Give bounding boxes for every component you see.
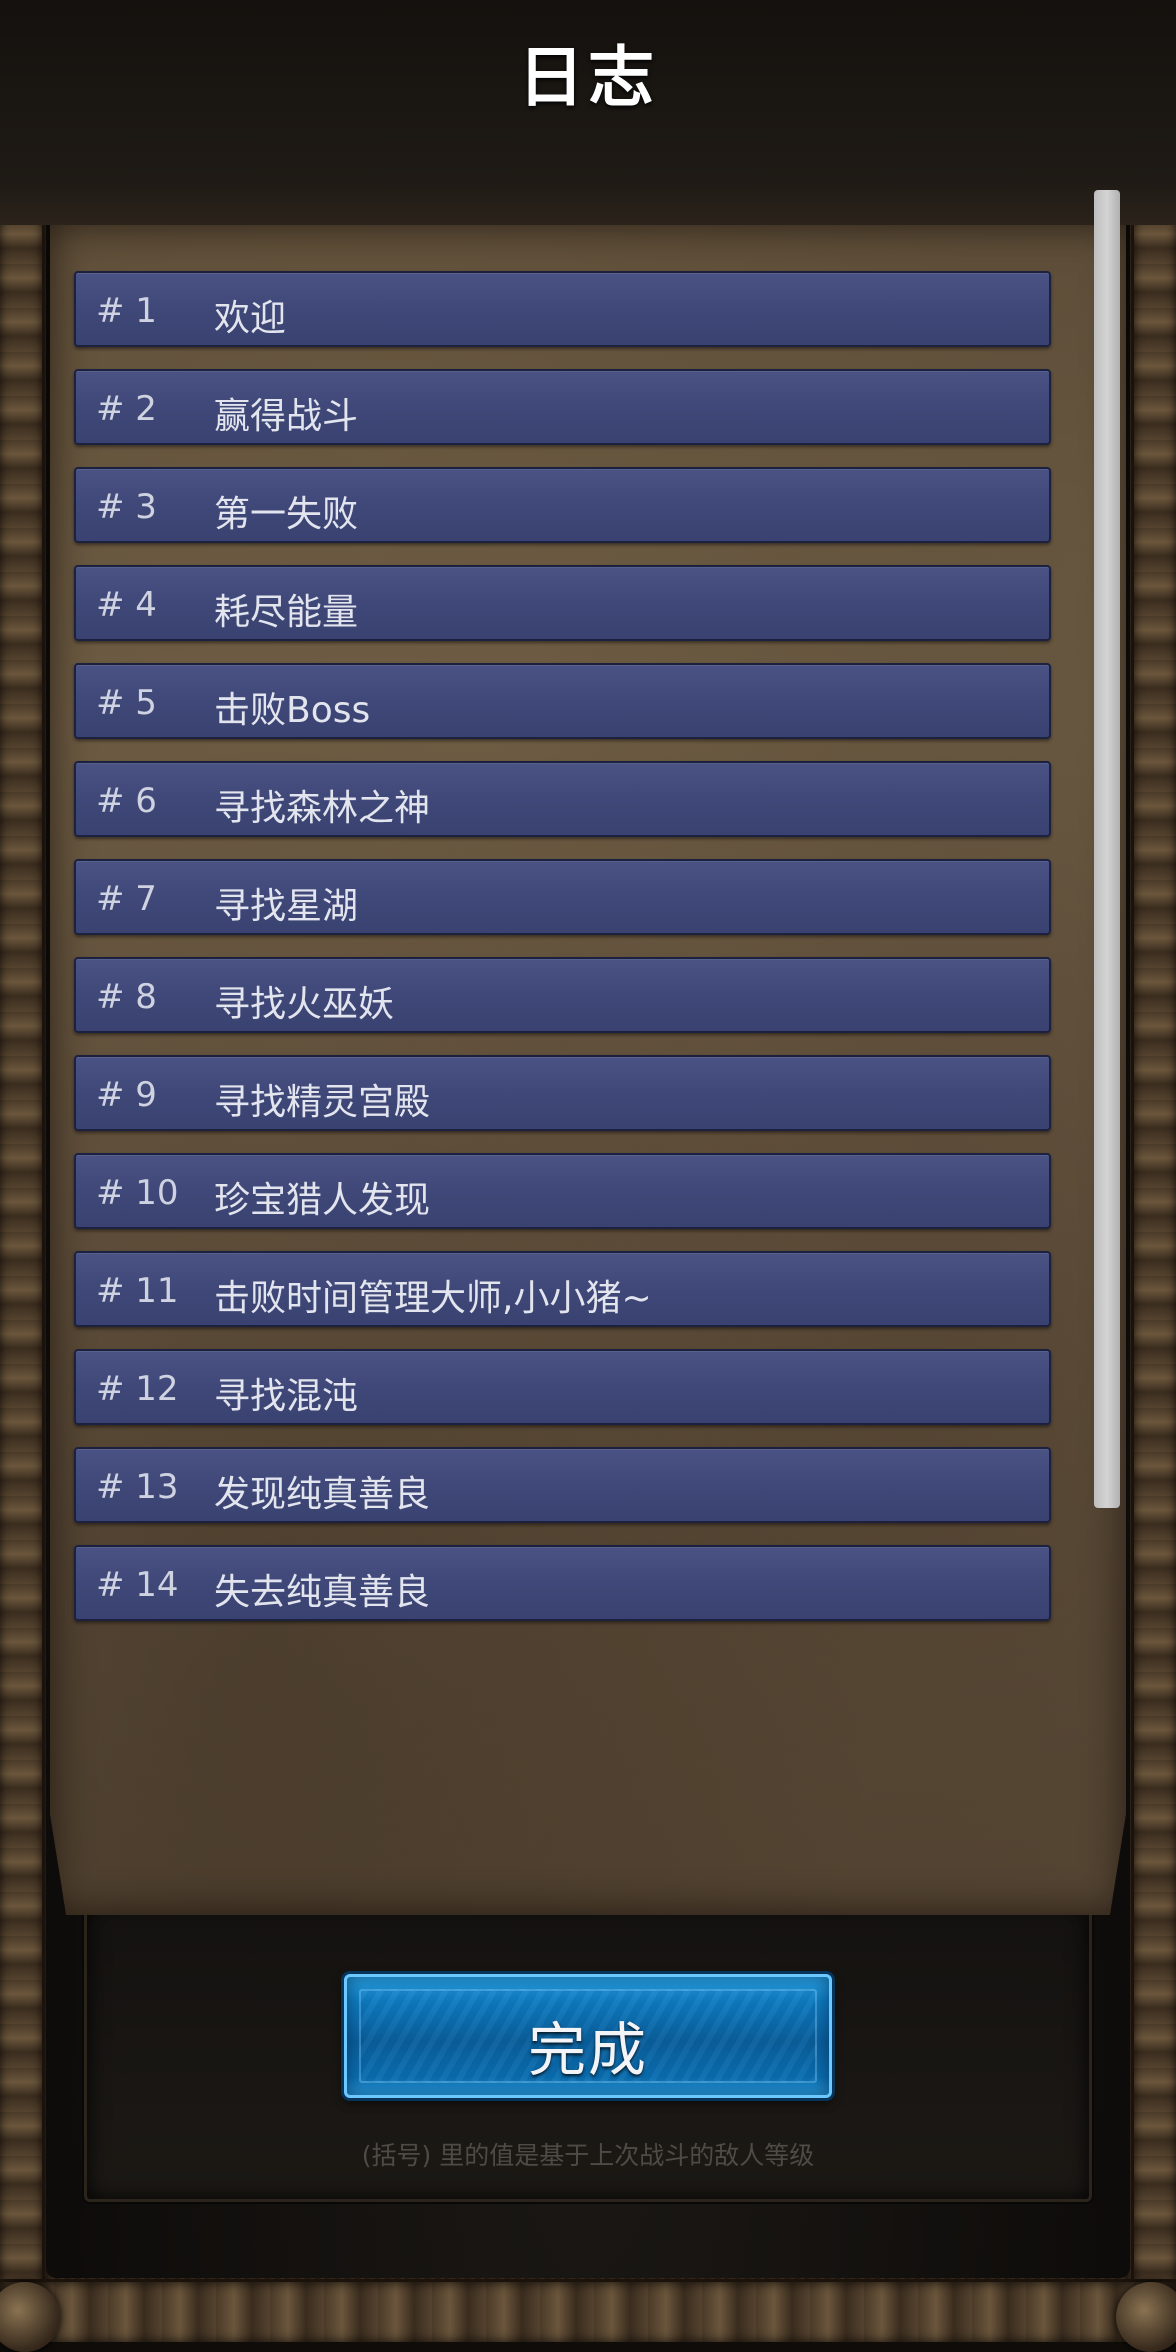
log-entry-number: # 6 xyxy=(96,781,157,821)
log-entry-title: 赢得战斗 xyxy=(214,387,358,439)
log-entry-number: # 4 xyxy=(96,585,157,625)
log-entry-number: # 1 xyxy=(96,291,157,331)
log-entry-title: 寻找火巫妖 xyxy=(214,975,394,1027)
log-entry-title: 击败Boss xyxy=(214,681,370,733)
log-entry[interactable]: # 10 珍宝猎人发现 xyxy=(74,1153,1051,1229)
log-entry[interactable]: # 2 赢得战斗 xyxy=(74,369,1051,445)
log-entry-number: # 5 xyxy=(96,683,157,723)
done-button[interactable]: 完成 xyxy=(344,1974,832,2098)
log-entry-number: # 11 xyxy=(96,1271,179,1311)
log-entry-title: 击败时间管理大师,小小猪~ xyxy=(214,1269,652,1321)
log-entry-title: 寻找混沌 xyxy=(214,1367,358,1419)
log-entry-number: # 8 xyxy=(96,977,157,1017)
log-entry-number: # 13 xyxy=(96,1467,179,1507)
log-entry-title: 欢迎 xyxy=(214,289,286,341)
log-entry-number: # 3 xyxy=(96,487,157,527)
log-entry[interactable]: # 4 耗尽能量 xyxy=(74,565,1051,641)
log-entry[interactable]: # 12 寻找混沌 xyxy=(74,1349,1051,1425)
scrollbar[interactable] xyxy=(1094,190,1120,1508)
log-entry[interactable]: # 1 欢迎 xyxy=(74,271,1051,347)
log-entry-number: # 7 xyxy=(96,879,157,919)
log-entry[interactable]: # 8 寻找火巫妖 xyxy=(74,957,1051,1033)
log-entry[interactable]: # 5 击败Boss xyxy=(74,663,1051,739)
log-entry[interactable]: # 6 寻找森林之神 xyxy=(74,761,1051,837)
log-entry-title: 珍宝猎人发现 xyxy=(214,1171,430,1223)
log-entry-number: # 2 xyxy=(96,389,157,429)
log-list: # 1 欢迎 # 2 赢得战斗 # 3 第一失败 # 4 耗尽能量 # 5 击败Boss # 6 寻找… xyxy=(74,271,1051,1643)
done-button-label: 完成 xyxy=(347,2003,829,2087)
log-entry[interactable]: # 7 寻找星湖 xyxy=(74,859,1051,935)
log-entry-title: 失去纯真善良 xyxy=(214,1563,430,1615)
footnote-text: (括号) 里的值是基于上次战斗的敌人等级 xyxy=(0,2136,1176,2172)
log-entry[interactable]: # 3 第一失败 xyxy=(74,467,1051,543)
log-entry-number: # 14 xyxy=(96,1565,179,1605)
log-entry-number: # 9 xyxy=(96,1075,157,1115)
log-entry-number: # 10 xyxy=(96,1173,179,1213)
log-entry[interactable]: # 13 发现纯真善良 xyxy=(74,1447,1051,1523)
log-entry-title: 寻找森林之神 xyxy=(214,779,430,831)
frame-right-border xyxy=(1131,0,1176,2342)
frame-bottom-border xyxy=(0,2279,1176,2342)
log-entry-title: 寻找星湖 xyxy=(214,877,358,929)
log-entry[interactable]: # 11 击败时间管理大师,小小猪~ xyxy=(74,1251,1051,1327)
log-entry-title: 第一失败 xyxy=(214,485,358,537)
log-entry-number: # 12 xyxy=(96,1369,179,1409)
log-entry[interactable]: # 14 失去纯真善良 xyxy=(74,1545,1051,1621)
header-bar: 日志 xyxy=(0,0,1176,225)
page-title: 日志 xyxy=(0,24,1176,120)
log-entry-title: 耗尽能量 xyxy=(214,583,358,635)
log-entry[interactable]: # 9 寻找精灵宫殿 xyxy=(74,1055,1051,1131)
frame-left-border xyxy=(0,0,45,2342)
scrollbar-thumb[interactable] xyxy=(1094,190,1120,1508)
log-entry-title: 寻找精灵宫殿 xyxy=(214,1073,430,1125)
log-entry-title: 发现纯真善良 xyxy=(214,1465,430,1517)
